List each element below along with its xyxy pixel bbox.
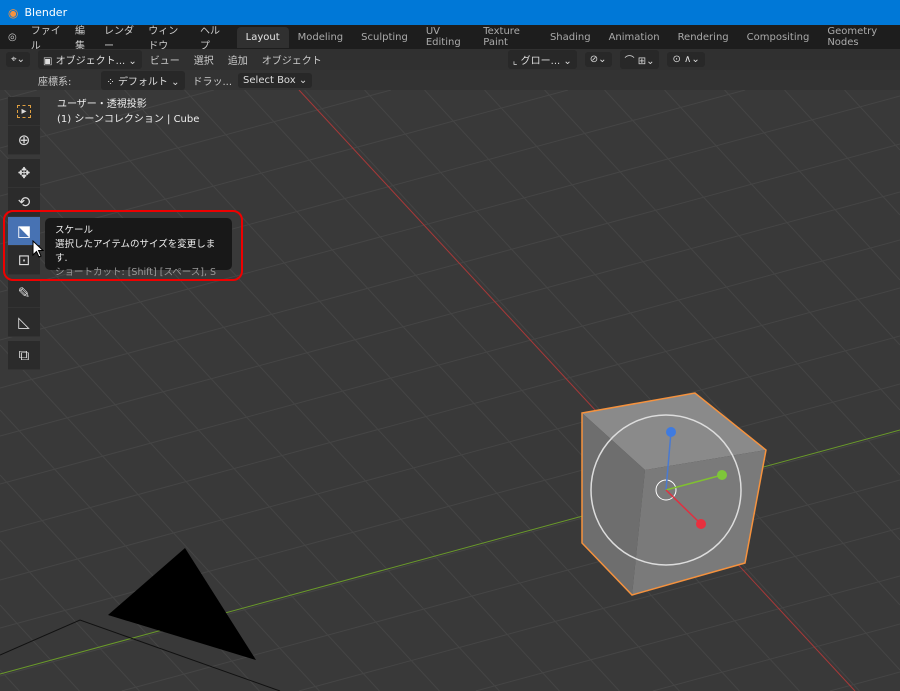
pointer-shape: [32, 239, 45, 258]
orientation-icon: ⌞: [512, 56, 521, 67]
editor-type-button[interactable]: ⌖⌄: [6, 52, 31, 67]
scene-canvas[interactable]: [0, 90, 900, 691]
menu-file[interactable]: ファイル: [31, 22, 61, 52]
add-cube-icon: ⧉: [18, 346, 30, 364]
coord-value: デフォルト: [117, 76, 168, 88]
select-box-tool[interactable]: ▸: [8, 97, 40, 126]
grid-line: [184, 90, 740, 691]
tool-settings-bar: 座標系: ⁘ デフォルト ⌄ ドラッ... Select Box ⌄: [0, 70, 900, 90]
menu-window[interactable]: ウィンドウ: [148, 22, 186, 52]
tab-layout[interactable]: Layout: [236, 26, 289, 48]
rotate-icon: ⟲: [17, 193, 31, 211]
tab-rendering[interactable]: Rendering: [669, 27, 738, 48]
gizmo-x-handle[interactable]: [696, 519, 706, 529]
coord-system-label: 座標系:: [38, 76, 72, 88]
orientation-label: グロー...: [520, 56, 561, 67]
menu-help[interactable]: ヘルプ: [200, 22, 223, 52]
transform-icon: ⁘: [106, 76, 118, 88]
window-title: Blender: [24, 6, 68, 19]
move-tool[interactable]: ✥: [8, 159, 40, 188]
mouse-pointer-icon: [32, 239, 45, 258]
grid-line: [604, 90, 900, 411]
menu-view[interactable]: ビュー: [150, 52, 180, 67]
x-axis-line: [298, 90, 856, 691]
select-mode-label: Select Box: [243, 74, 296, 86]
grid-line: [0, 604, 80, 691]
grid-line: [652, 623, 900, 691]
3d-viewport[interactable]: ユーザー・透視投影 (1) シーンコレクション | Cube ▸ ⊕ ✥ ⟲ ⬔…: [0, 90, 900, 691]
grid-line: [304, 90, 860, 691]
select-box-icon: ▸: [17, 104, 31, 118]
grid-line: [0, 383, 900, 629]
grid-line: [0, 344, 320, 691]
gizmo-z-handle[interactable]: [666, 427, 676, 437]
menu-add[interactable]: 追加: [228, 52, 248, 67]
menu-bar: ◎ ファイル 編集 レンダー ウィンドウ ヘルプ Layout Modeling…: [0, 22, 900, 52]
grid-line: [244, 90, 800, 691]
measure-tool[interactable]: ◺: [8, 308, 40, 337]
viewport-info: ユーザー・透視投影 (1) シーンコレクション | Cube: [57, 97, 199, 127]
snap-toggle[interactable]: ⌒ ⊞⌄: [619, 50, 660, 69]
collection-info: (1) シーンコレクション | Cube: [57, 114, 200, 125]
coord-system-dropdown[interactable]: ⁘ デフォルト ⌄: [101, 70, 185, 90]
drag-label: ドラッ...: [192, 76, 233, 88]
menu-object[interactable]: オブジェクト: [262, 52, 322, 67]
pencil-icon: ✎: [17, 284, 31, 302]
annotate-tool[interactable]: ✎: [8, 279, 40, 308]
blender-logo-icon: ◉: [8, 5, 19, 20]
blender-menu-icon[interactable]: ◎: [8, 32, 17, 43]
menu-select[interactable]: 選択: [194, 52, 214, 67]
orientation-dropdown[interactable]: ⌞ グロー... ⌄: [507, 50, 577, 69]
grid-line: [724, 90, 900, 281]
tab-modeling[interactable]: Modeling: [289, 27, 353, 48]
move-icon: ✥: [17, 164, 31, 182]
camera-frustum: [0, 619, 281, 691]
tab-animation[interactable]: Animation: [600, 27, 669, 48]
grid-line: [0, 287, 900, 533]
view-name: ユーザー・透視投影: [57, 99, 147, 110]
gizmo-y-handle[interactable]: [717, 470, 727, 480]
mode-icon: ▣: [43, 56, 56, 67]
tab-compositing[interactable]: Compositing: [738, 27, 819, 48]
grid-line: [475, 575, 900, 691]
grid-line: [4, 90, 560, 691]
menu-render[interactable]: レンダー: [104, 22, 134, 52]
tab-sculpting[interactable]: Sculpting: [352, 27, 417, 48]
select-mode-dropdown[interactable]: Select Box ⌄: [238, 72, 313, 88]
viewport-header: ⌖⌄ ▣ オブジェクト... ⌄ ビュー 選択 追加 オブジェクト ⌞ グロー.…: [0, 49, 900, 70]
menu-edit[interactable]: 編集: [75, 22, 90, 52]
pivot-dropdown[interactable]: ⊘⌄: [584, 52, 612, 67]
tab-shading[interactable]: Shading: [541, 27, 600, 48]
cursor-tool[interactable]: ⊕: [8, 126, 40, 155]
add-cube-tool[interactable]: ⧉: [8, 341, 40, 370]
proportional-edit-toggle[interactable]: ⊙ ∧⌄: [667, 52, 705, 67]
grid-line: [844, 90, 900, 151]
ruler-icon: ◺: [18, 313, 30, 331]
grid-line: [121, 479, 900, 691]
mode-dropdown[interactable]: ▣ オブジェクト... ⌄: [38, 50, 142, 69]
mode-label: オブジェクト...: [55, 56, 126, 67]
cursor-icon: ⊕: [17, 131, 31, 149]
grid-line: [784, 90, 900, 216]
